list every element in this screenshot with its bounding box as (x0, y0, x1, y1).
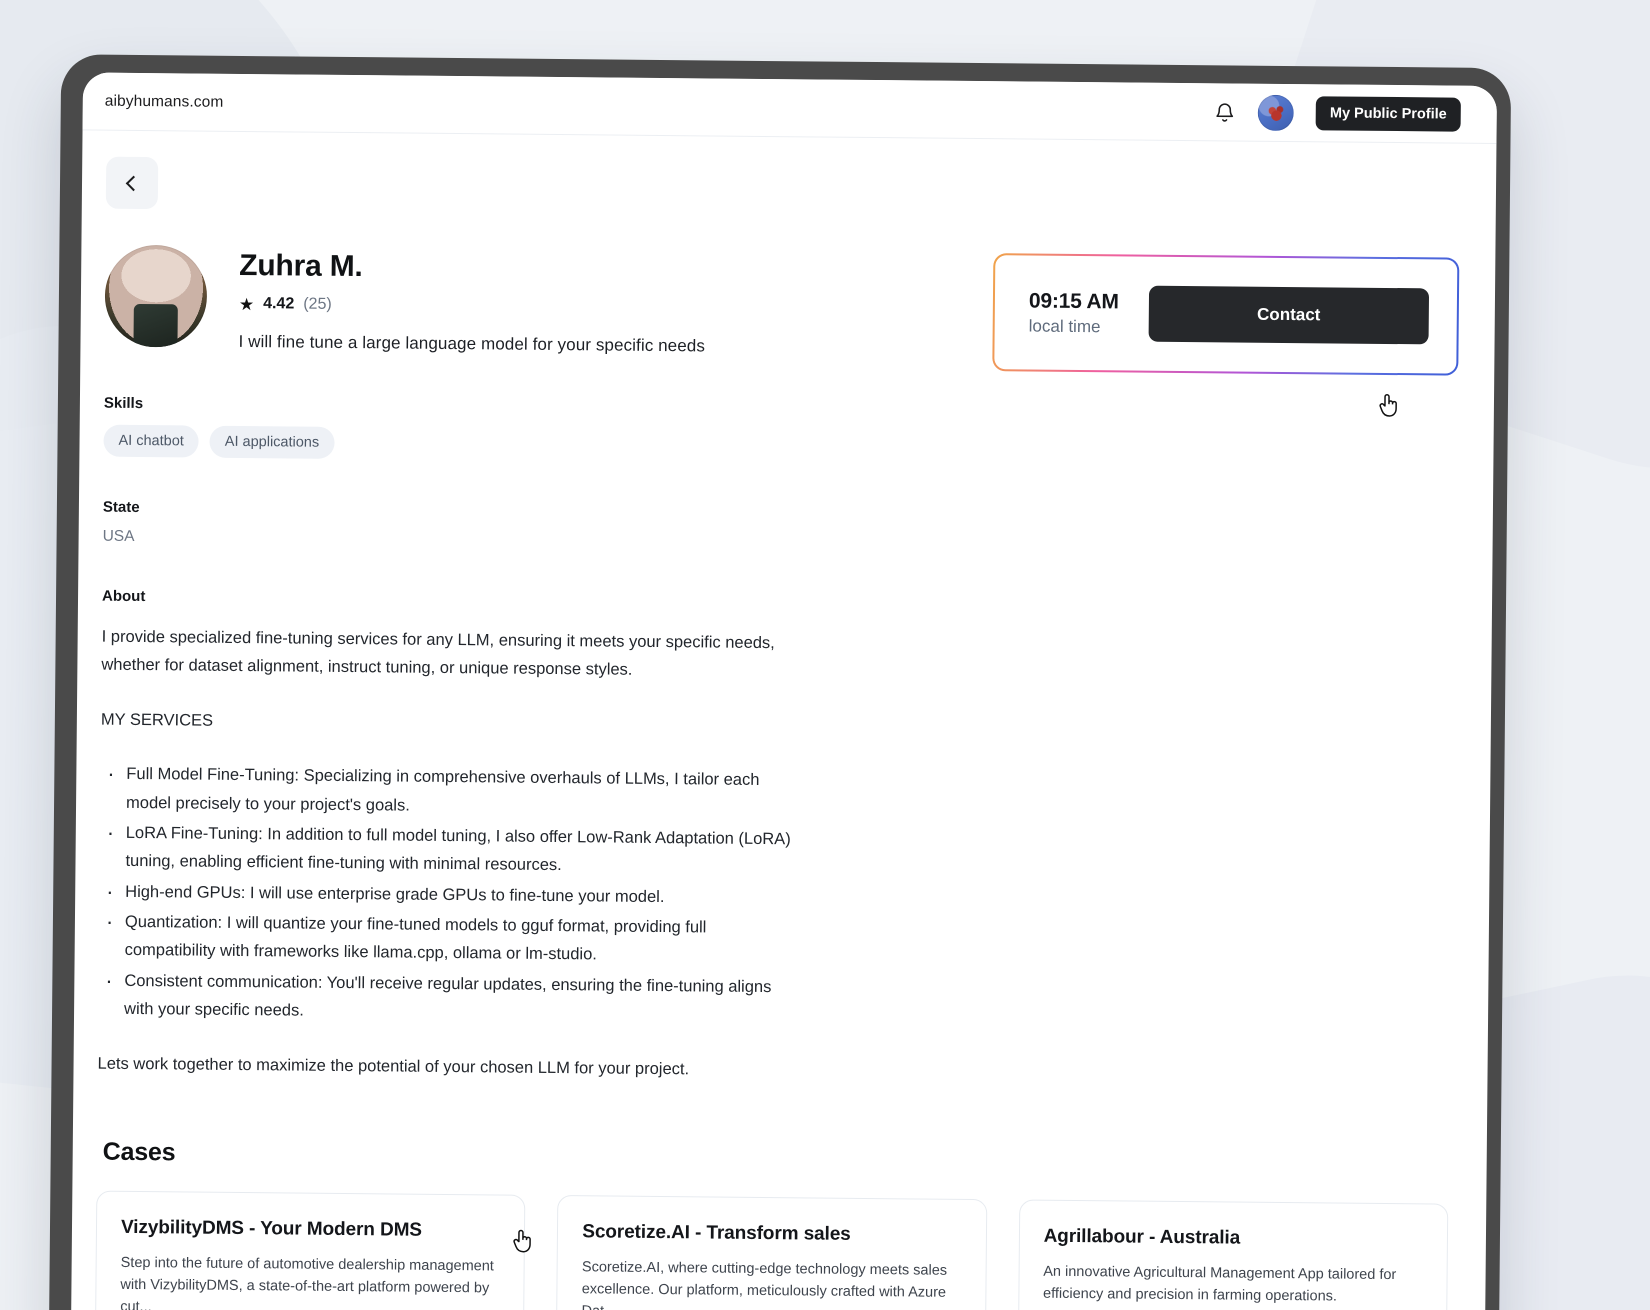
list-item: Full Model Fine-Tuning: Specializing in … (100, 760, 801, 823)
skill-chip[interactable]: AI applications (209, 425, 335, 459)
local-time-value: 09:15 AM (1028, 289, 1119, 314)
services-heading: MY SERVICES (100, 710, 214, 730)
page-title: Zuhra M. (239, 248, 363, 284)
skill-chip-list: AI chatbot AI applications (103, 424, 1457, 470)
case-description: Scoretize.AI, where cutting-edge technol… (581, 1259, 948, 1310)
device-frame: aibyhumans.com My Public Profile Zuhra M… (48, 54, 1512, 1310)
case-title: Agrillabour - Australia (1043, 1225, 1241, 1249)
skills-label: Skills (103, 394, 144, 413)
rating-row: ★ 4.42 (25) (238, 294, 706, 317)
state-value: USA (102, 527, 135, 545)
state-label: State (102, 498, 140, 516)
avatar[interactable] (1257, 94, 1295, 131)
cases-heading: Cases (102, 1137, 176, 1167)
skill-chip[interactable]: AI chatbot (103, 424, 199, 458)
case-description: An innovative Agricultural Management Ap… (1042, 1263, 1397, 1305)
case-description: Step into the future of automotive deale… (120, 1254, 494, 1310)
browser-screen: aibyhumans.com My Public Profile Zuhra M… (70, 72, 1498, 1310)
list-item: High-end GPUs: I will use enterprise gra… (99, 877, 799, 912)
about-body: I provide specialized fine-tuning servic… (97, 623, 801, 1085)
contact-card: 09:15 AM local time Contact (992, 253, 1460, 376)
local-time-label: local time (1028, 316, 1101, 336)
rating-value: 4.42 (263, 295, 295, 313)
url-label: aibyhumans.com (104, 92, 224, 111)
profile-photo (104, 244, 208, 348)
case-card[interactable]: Agrillabour - Australia An innovative Ag… (1016, 1199, 1449, 1310)
star-icon: ★ (238, 294, 255, 314)
services-list: Full Model Fine-Tuning: Specializing in … (98, 760, 800, 1030)
about-label: About (101, 587, 146, 606)
list-item: Quantization: I will quantize your fine-… (99, 908, 800, 971)
list-item: Consistent communication: You'll receive… (98, 966, 799, 1029)
list-item: LoRA Fine-Tuning: In addition to full mo… (99, 819, 800, 882)
contact-button[interactable]: Contact (1148, 285, 1430, 345)
case-title: VizybilityDMS - Your Modern DMS (120, 1216, 423, 1241)
case-card[interactable]: Scoretize.AI - Transform sales Scoretize… (555, 1194, 987, 1310)
bell-icon[interactable] (1214, 100, 1236, 124)
profile-headline: I will fine tune a large language model … (238, 331, 706, 356)
topbar-actions: My Public Profile (1214, 94, 1461, 132)
chevron-left-icon (125, 175, 142, 191)
case-card[interactable]: VizybilityDMS - Your Modern DMS Step int… (94, 1190, 526, 1310)
cases-grid: VizybilityDMS - Your Modern DMS Step int… (94, 1190, 1450, 1310)
page-content: Zuhra M. ★ 4.42 (25) I will fine tune a … (71, 130, 1497, 1310)
back-button[interactable] (105, 156, 159, 210)
my-public-profile-button[interactable]: My Public Profile (1315, 95, 1461, 132)
page-backdrop: aibyhumans.com My Public Profile Zuhra M… (0, 0, 1650, 1310)
rating-count: (25) (303, 295, 332, 313)
about-closing: Lets work together to maximize the poten… (97, 1054, 690, 1078)
case-title: Scoretize.AI - Transform sales (582, 1221, 851, 1245)
about-intro: I provide specialized fine-tuning servic… (101, 627, 775, 680)
profile-summary: Zuhra M. ★ 4.42 (25) I will fine tune a … (238, 246, 706, 356)
local-time-block: 09:15 AM local time (1029, 287, 1119, 338)
contact-card-inner: 09:15 AM local time Contact (994, 255, 1458, 374)
